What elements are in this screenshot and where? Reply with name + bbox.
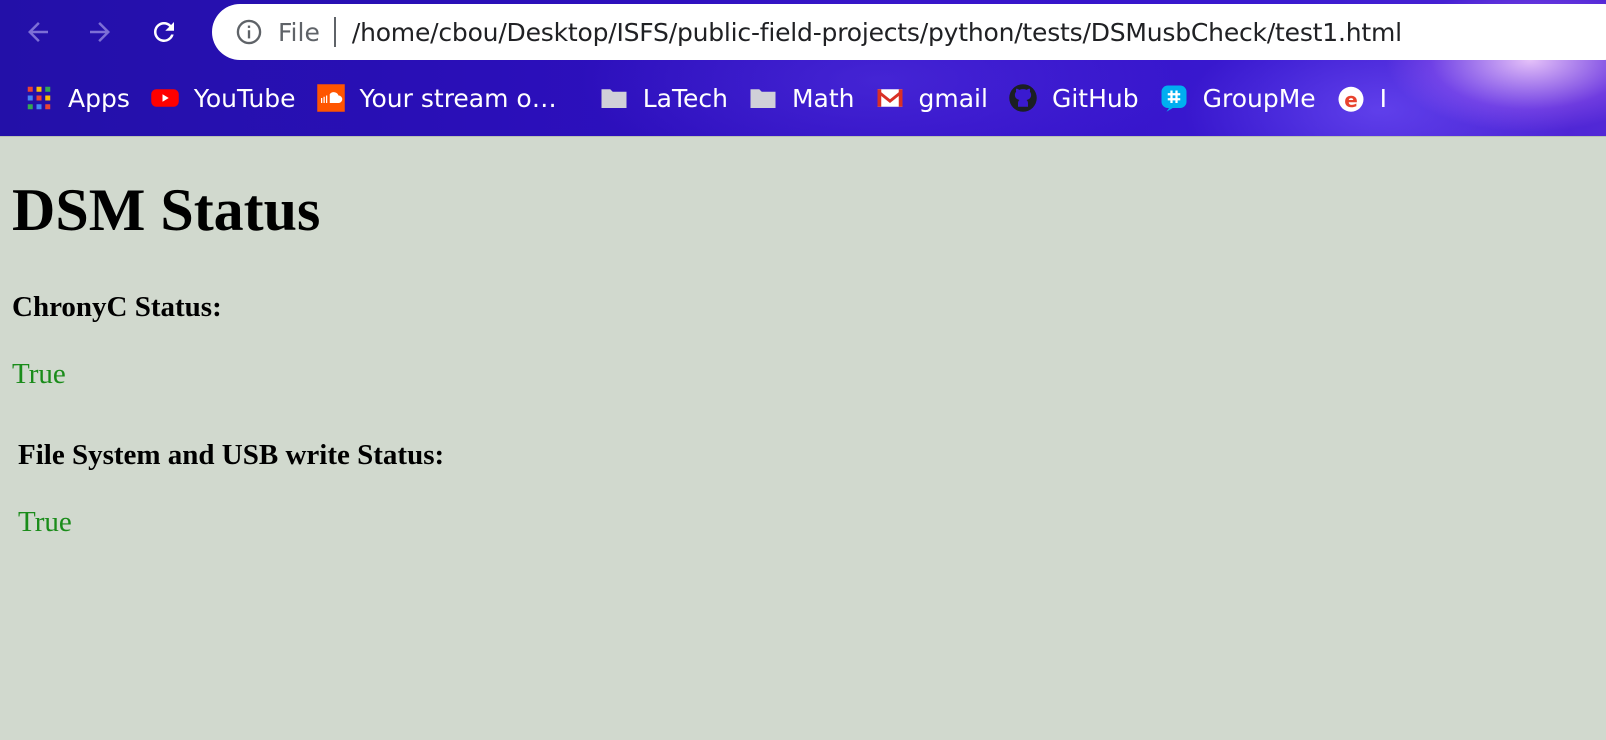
reload-button[interactable]	[144, 12, 184, 52]
groupme-icon	[1159, 83, 1189, 113]
folder-icon	[599, 83, 629, 113]
svg-text:e: e	[1344, 88, 1358, 112]
omnibox-divider	[333, 17, 336, 47]
bookmark-label: gmail	[918, 83, 988, 113]
usb-status-heading: File System and USB write Status:	[18, 439, 445, 471]
bookmark-youtube[interactable]: YouTube	[140, 78, 306, 118]
back-button[interactable]	[18, 12, 58, 52]
youtube-icon	[150, 83, 180, 113]
bookmark-edge-partial[interactable]: e I	[1326, 78, 1397, 118]
bookmark-groupme[interactable]: GroupMe	[1149, 78, 1326, 118]
apps-grid-icon	[24, 83, 54, 113]
bookmark-github[interactable]: GitHub	[998, 78, 1149, 118]
bookmark-apps[interactable]: Apps	[14, 78, 140, 118]
address-bar[interactable]: File /home/cbou/Desktop/ISFS/public-fiel…	[212, 4, 1606, 60]
bookmark-soundcloud[interactable]: Your stream o…	[306, 78, 567, 118]
bookmark-label: YouTube	[193, 83, 296, 113]
url-text[interactable]: /home/cbou/Desktop/ISFS/public-field-pro…	[352, 18, 1402, 47]
bookmark-label: GroupMe	[1202, 83, 1316, 113]
bookmark-label: LaTech	[642, 83, 728, 113]
bookmark-label: GitHub	[1051, 83, 1139, 113]
info-icon[interactable]	[234, 17, 264, 47]
reload-icon	[153, 21, 174, 42]
bookmark-label: Your stream o…	[359, 83, 557, 113]
browser-toolbar: File /home/cbou/Desktop/ISFS/public-fiel…	[0, 0, 1606, 137]
github-icon	[1008, 83, 1038, 113]
chronyc-status-value: True	[12, 358, 66, 390]
folder-icon	[748, 83, 778, 113]
scheme-label: File	[278, 17, 320, 47]
bookmark-label: Math	[791, 83, 855, 113]
page-title: DSM Status	[12, 177, 321, 243]
arrow-right-icon	[90, 22, 110, 42]
gmail-icon	[875, 83, 905, 113]
edge-e-icon: e	[1336, 83, 1366, 113]
bookmark-gmail[interactable]: gmail	[865, 78, 998, 118]
forward-button[interactable]	[80, 12, 120, 52]
arrow-left-icon	[28, 22, 48, 42]
bookmark-folder-math[interactable]: Math	[738, 78, 865, 118]
chronyc-status-heading: ChronyC Status:	[12, 291, 222, 323]
bookmark-label: I	[1379, 83, 1388, 113]
page-content: DSM Status ChronyC Status: True File Sys…	[0, 136, 1606, 740]
bookmark-folder-latech[interactable]: LaTech	[589, 78, 738, 118]
soundcloud-icon	[316, 83, 346, 113]
usb-status-value: True	[18, 506, 72, 538]
bookmarks-bar: Apps YouTube Your stream o… LaTech Math	[0, 72, 1606, 124]
bookmark-label: Apps	[68, 83, 130, 113]
